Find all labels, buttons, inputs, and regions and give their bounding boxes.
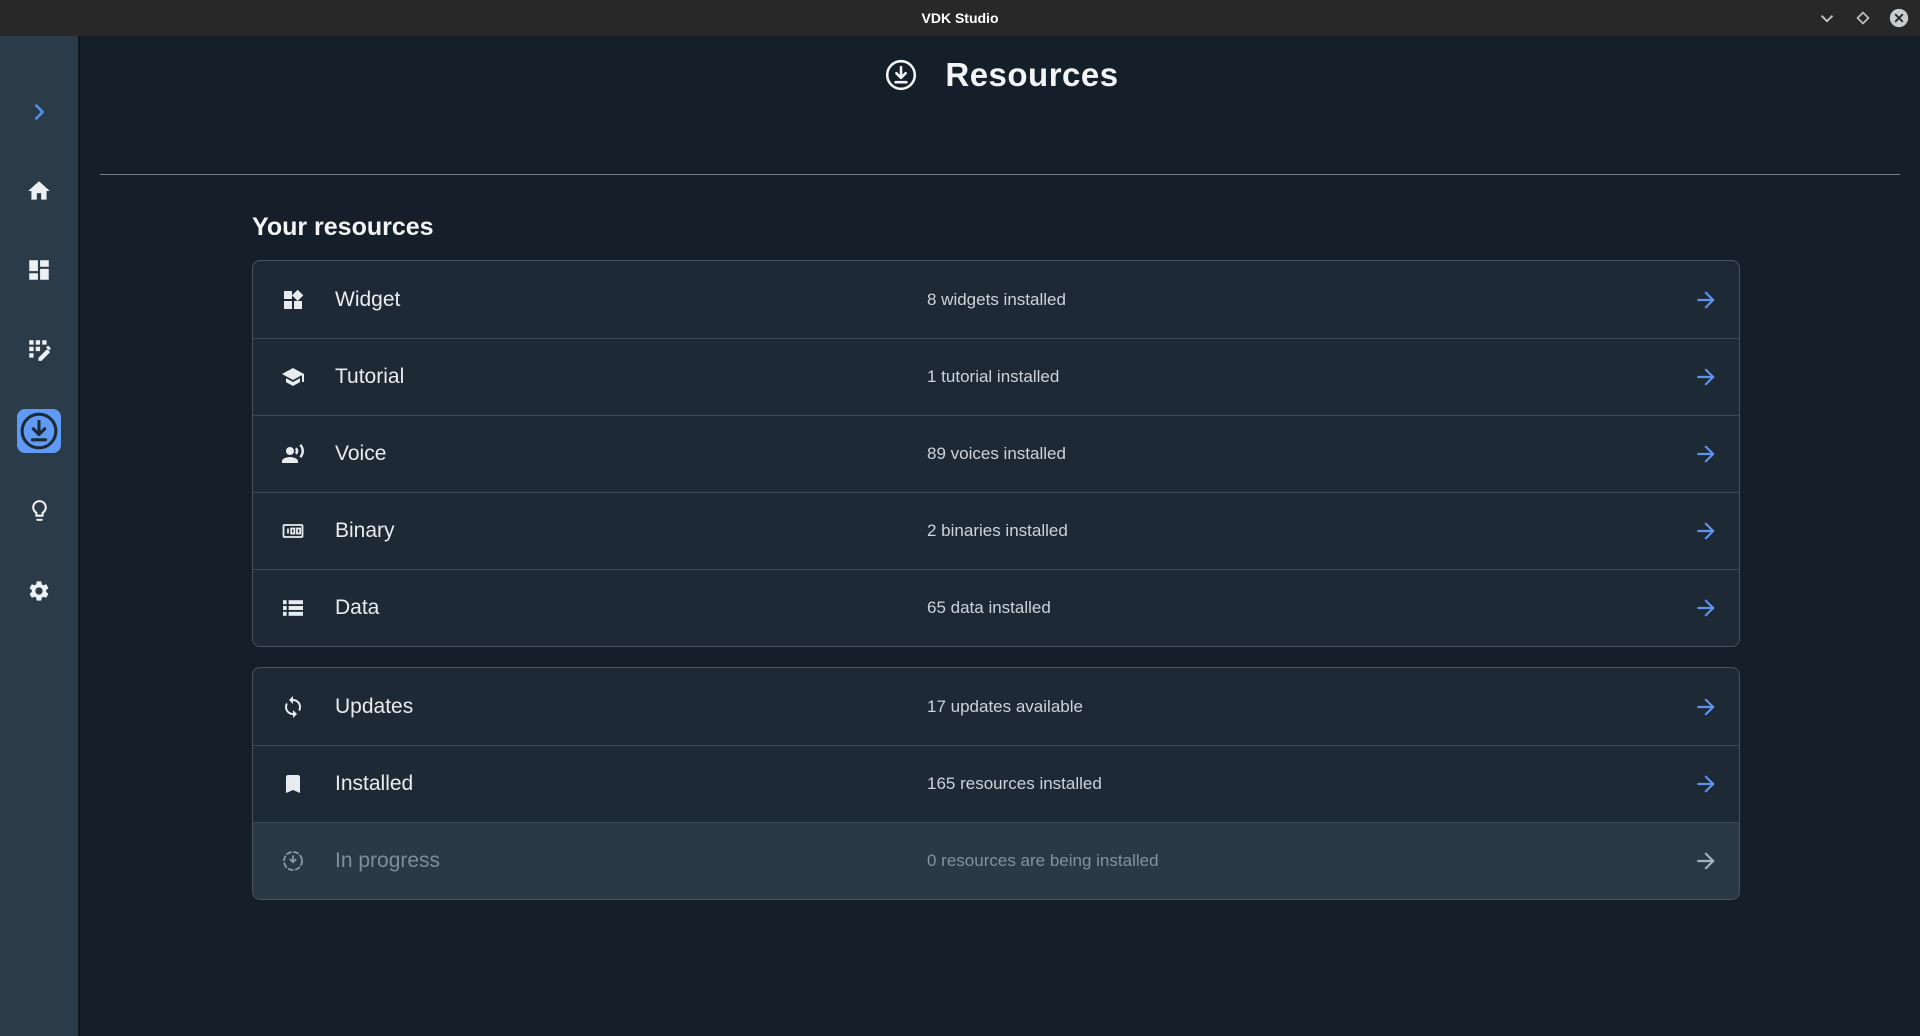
- resource-row-label: Voice: [335, 442, 386, 466]
- page-title: Resources: [945, 56, 1118, 94]
- resource-row-label: Updates: [335, 695, 413, 719]
- arrow-forward-icon: [1693, 518, 1719, 544]
- download-circle-icon: [17, 409, 61, 453]
- resource-row-left: In progress: [281, 849, 927, 873]
- resource-row-left: Voice: [281, 442, 927, 466]
- resource-row-status: 2 binaries installed: [927, 521, 1693, 541]
- resource-row-left: Binary: [281, 519, 927, 543]
- sidebar-item-settings[interactable]: [17, 569, 61, 613]
- resource-row-binary[interactable]: Binary 2 binaries installed: [253, 492, 1739, 569]
- sync-icon: [281, 695, 305, 719]
- lightbulb-icon: [27, 498, 52, 523]
- resources-section: Your resources Widget 8 widgets installe…: [252, 213, 1740, 900]
- resource-row-label: Widget: [335, 288, 400, 312]
- resource-row-label: In progress: [335, 849, 440, 873]
- resource-row-widget[interactable]: Widget 8 widgets installed: [253, 261, 1739, 338]
- arrow-forward-icon: [1693, 771, 1719, 797]
- resource-row-label: Tutorial: [335, 365, 404, 389]
- resource-row-status: 89 voices installed: [927, 444, 1693, 464]
- download-circle-icon: [883, 57, 919, 93]
- sidebar-item-expand[interactable]: [17, 90, 61, 134]
- resource-row-left: Data: [281, 596, 927, 620]
- page-header: Resources: [82, 53, 1920, 97]
- close-circle-icon[interactable]: [1888, 7, 1910, 29]
- resource-row-data[interactable]: Data 65 data installed: [253, 569, 1739, 646]
- resource-row-status: 65 data installed: [927, 598, 1693, 618]
- resource-row-status: 1 tutorial installed: [927, 367, 1693, 387]
- resource-row-left: Widget: [281, 288, 927, 312]
- resource-row-status: 0 resources are being installed: [927, 851, 1693, 871]
- arrow-forward-icon: [1693, 694, 1719, 720]
- voice-icon: [281, 442, 305, 466]
- resource-card-0: Widget 8 widgets installed Tutorial 1 tu…: [252, 260, 1740, 647]
- sidebar-item-dashboard[interactable]: [17, 248, 61, 292]
- sidebar: [0, 36, 80, 1036]
- arrow-forward-icon: [1693, 848, 1719, 874]
- resource-row-left: Updates: [281, 695, 927, 719]
- arrow-forward-icon: [1693, 595, 1719, 621]
- diamond-icon[interactable]: [1852, 7, 1874, 29]
- resource-row-tutorial[interactable]: Tutorial 1 tutorial installed: [253, 338, 1739, 415]
- resource-row-left: Installed: [281, 772, 927, 796]
- resource-row-label: Data: [335, 596, 379, 620]
- sidebar-item-ideas[interactable]: [17, 488, 61, 532]
- school-icon: [281, 365, 305, 389]
- resource-row-status: 165 resources installed: [927, 774, 1693, 794]
- binary-icon: [281, 519, 305, 543]
- widgets-icon: [281, 288, 305, 312]
- resource-card-1: Updates 17 updates available Installed 1…: [252, 667, 1740, 900]
- resource-row-status: 17 updates available: [927, 697, 1693, 717]
- arrow-forward-icon: [1693, 287, 1719, 313]
- resource-row-label: Binary: [335, 519, 395, 543]
- sidebar-item-editor[interactable]: [17, 328, 61, 372]
- resource-row-left: Tutorial: [281, 365, 927, 389]
- dashboard-icon: [26, 257, 52, 283]
- app-window: VDK Studio Resources Your resources Widg…: [0, 0, 1920, 1036]
- resource-row-status: 8 widgets installed: [927, 290, 1693, 310]
- home-icon: [26, 178, 52, 204]
- resource-row-label: Installed: [335, 772, 413, 796]
- resource-row-updates[interactable]: Updates 17 updates available: [253, 668, 1739, 745]
- resource-row-in-progress[interactable]: In progress 0 resources are being instal…: [253, 822, 1739, 899]
- header-divider: [100, 174, 1900, 175]
- resource-groups: Widget 8 widgets installed Tutorial 1 tu…: [252, 260, 1740, 900]
- gear-icon: [27, 579, 51, 603]
- sidebar-item-resources[interactable]: [17, 409, 61, 453]
- arrow-forward-icon: [1693, 364, 1719, 390]
- chevron-down-icon[interactable]: [1816, 7, 1838, 29]
- window-controls: [1816, 0, 1910, 36]
- sidebar-item-home[interactable]: [17, 169, 61, 213]
- arrow-forward-icon: [1693, 441, 1719, 467]
- resource-row-installed[interactable]: Installed 165 resources installed: [253, 745, 1739, 822]
- grid-edit-icon: [26, 337, 52, 363]
- downloading-icon: [281, 849, 305, 873]
- bookmark-icon: [281, 772, 305, 796]
- titlebar: VDK Studio: [0, 0, 1920, 36]
- main-content: Resources Your resources Widget 8 widget…: [82, 36, 1920, 1036]
- section-title: Your resources: [252, 213, 1740, 242]
- window-title: VDK Studio: [922, 10, 999, 26]
- resource-row-voice[interactable]: Voice 89 voices installed: [253, 415, 1739, 492]
- chevron-right-icon: [28, 101, 50, 123]
- data-icon: [281, 596, 305, 620]
